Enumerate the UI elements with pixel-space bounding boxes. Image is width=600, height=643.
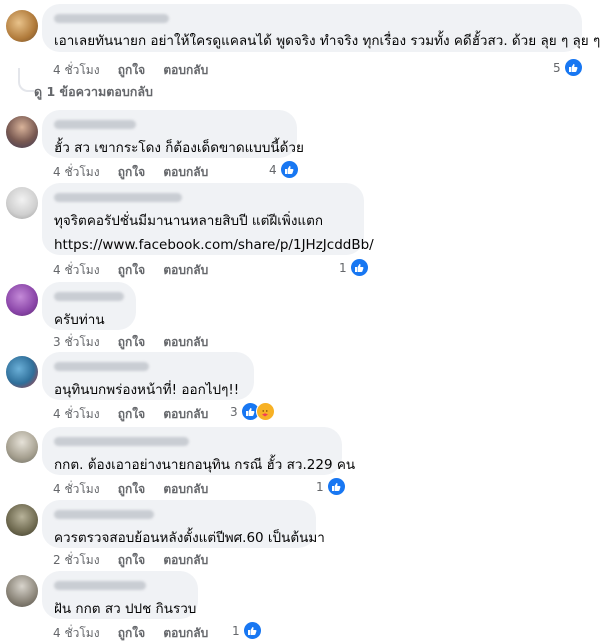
reply-button[interactable]: ตอบกลับ [163,482,208,496]
like-button[interactable]: ถูกใจ [118,407,145,421]
comment-text: ครับท่าน [54,312,105,328]
reply-button[interactable]: ตอบกลับ [163,165,208,179]
commenter-name-blurred[interactable] [54,437,189,446]
comment-bubble: ฮั้ว สว เขากระโดง ก็ต้องเด็ดขาดแบบนี้ด้ว… [42,110,304,158]
comment-actions: 3 ชั่วโมง ถูกใจ ตอบกลับ [53,333,222,352]
comment-text: อนุทินบกพร่องหน้าที่! ออกไปๆ!! [54,382,240,398]
reaction-number: 4 [269,162,277,177]
like-button[interactable]: ถูกใจ [118,165,145,179]
comment-bubble: อนุทินบกพร่องหน้าที่! ออกไปๆ!! [42,352,254,400]
comment-actions: 4 ชั่วโมง ถูกใจ ตอบกลับ [53,261,222,280]
comment-text: ทุจริตคอรัปชั่นมีมานานหลายสิบปี แต่ฝีเพิ… [54,213,324,229]
thumbs-up-icon [563,58,583,77]
avatar[interactable] [6,504,38,536]
like-button[interactable]: ถูกใจ [118,335,145,349]
like-button[interactable]: ถูกใจ [118,553,145,567]
reply-connector [18,68,34,92]
reaction-number: 1 [232,623,240,638]
comment-actions: 4 ชั่วโมง ถูกใจ ตอบกลับ [53,624,222,643]
reaction-number: 3 [230,404,238,419]
comment-bubble: ทุจริตคอรัปชั่นมีมานานหลายสิบปี แต่ฝีเพิ… [42,183,374,255]
reaction-number: 1 [339,260,347,275]
reaction-number: 1 [316,479,324,494]
comment-bubble: ควรตรวจสอบย้อนหลังตั้งแต่ปีพศ.60 เป็นต้น… [42,500,325,548]
avatar[interactable] [6,575,38,607]
comment-text: ควรตรวจสอบย้อนหลังตั้งแต่ปีพศ.60 เป็นต้น… [54,530,325,546]
like-button[interactable]: ถูกใจ [118,63,145,77]
comment-time[interactable]: 2 ชั่วโมง [53,553,100,567]
comment-actions: 4 ชั่วโมง ถูกใจ ตอบกลับ [53,61,222,80]
reaction-count[interactable]: 3 [230,402,275,421]
like-button[interactable]: ถูกใจ [118,263,145,277]
comment-actions: 4 ชั่วโมง ถูกใจ ตอบกลับ [53,163,222,182]
commenter-name-blurred[interactable] [54,510,154,519]
comment-text: กกต. ต้องเอาอย่างนายกอนุทิน กรณี ฮั้ว สว… [54,457,356,473]
avatar[interactable] [6,10,38,42]
thumbs-up-icon [242,621,262,640]
comment-actions: 4 ชั่วโมง ถูกใจ ตอบกลับ [53,480,222,499]
avatar[interactable] [6,356,38,388]
reaction-count[interactable]: 5 [553,58,583,77]
thumbs-up-icon [326,477,346,496]
comment-actions: 4 ชั่วโมง ถูกใจ ตอบกลับ [53,405,222,424]
comment-bubble: เอาเลยทันนายก อย่าให้ใครดูแคลนได้ พูดจริ… [42,4,600,52]
avatar[interactable] [6,116,38,148]
comment-text: ฮั้ว สว เขากระโดง ก็ต้องเด็ดขาดแบบนี้ด้ว… [54,140,304,156]
comment-bubble: ครับท่าน [42,282,136,330]
commenter-name-blurred[interactable] [54,120,136,129]
reaction-count[interactable]: 4 [269,160,299,179]
reaction-count[interactable]: 1 [316,477,346,496]
commenter-name-blurred[interactable] [54,14,169,23]
care-reaction-icon [255,402,275,421]
reaction-count[interactable]: 1 [339,258,369,277]
comment-bubble: กกต. ต้องเอาอย่างนายกอนุทิน กรณี ฮั้ว สว… [42,427,356,475]
comment-time[interactable]: 4 ชั่วโมง [53,165,100,179]
avatar[interactable] [6,284,38,316]
reaction-count[interactable]: 1 [232,621,262,640]
commenter-name-blurred[interactable] [54,362,149,371]
comment-text: เอาเลยทันนายก อย่าให้ใครดูแคลนได้ พูดจริ… [54,33,600,49]
comment-time[interactable]: 4 ชั่วโมง [53,626,100,640]
thumbs-up-icon [279,160,299,179]
comment-time[interactable]: 4 ชั่วโมง [53,263,100,277]
like-button[interactable]: ถูกใจ [118,626,145,640]
view-replies-link[interactable]: ดู 1 ข้อความตอบกลับ [34,82,153,102]
reply-button[interactable]: ตอบกลับ [163,407,208,421]
commenter-name-blurred[interactable] [54,292,124,301]
comment-time[interactable]: 4 ชั่วโมง [53,63,100,77]
reply-button[interactable]: ตอบกลับ [163,335,208,349]
comment-time[interactable]: 4 ชั่วโมง [53,407,100,421]
commenter-name-blurred[interactable] [54,581,146,590]
comment-text: ฝัน กกต สว ปปช กินรวบ [54,601,197,617]
reply-button[interactable]: ตอบกลับ [163,553,208,567]
reply-button[interactable]: ตอบกลับ [163,626,208,640]
comment-link[interactable]: https://www.facebook.com/share/p/1JHzJcd… [54,235,374,255]
avatar[interactable] [6,431,38,463]
reply-button[interactable]: ตอบกลับ [163,263,208,277]
like-button[interactable]: ถูกใจ [118,482,145,496]
thumbs-up-icon [349,258,369,277]
comment-time[interactable]: 3 ชั่วโมง [53,335,100,349]
comment-actions: 2 ชั่วโมง ถูกใจ ตอบกลับ [53,551,222,570]
commenter-name-blurred[interactable] [54,193,182,202]
reaction-number: 5 [553,60,561,75]
reply-button[interactable]: ตอบกลับ [163,63,208,77]
avatar[interactable] [6,187,38,219]
comment-bubble: ฝัน กกต สว ปปช กินรวบ [42,571,198,619]
comment-time[interactable]: 4 ชั่วโมง [53,482,100,496]
